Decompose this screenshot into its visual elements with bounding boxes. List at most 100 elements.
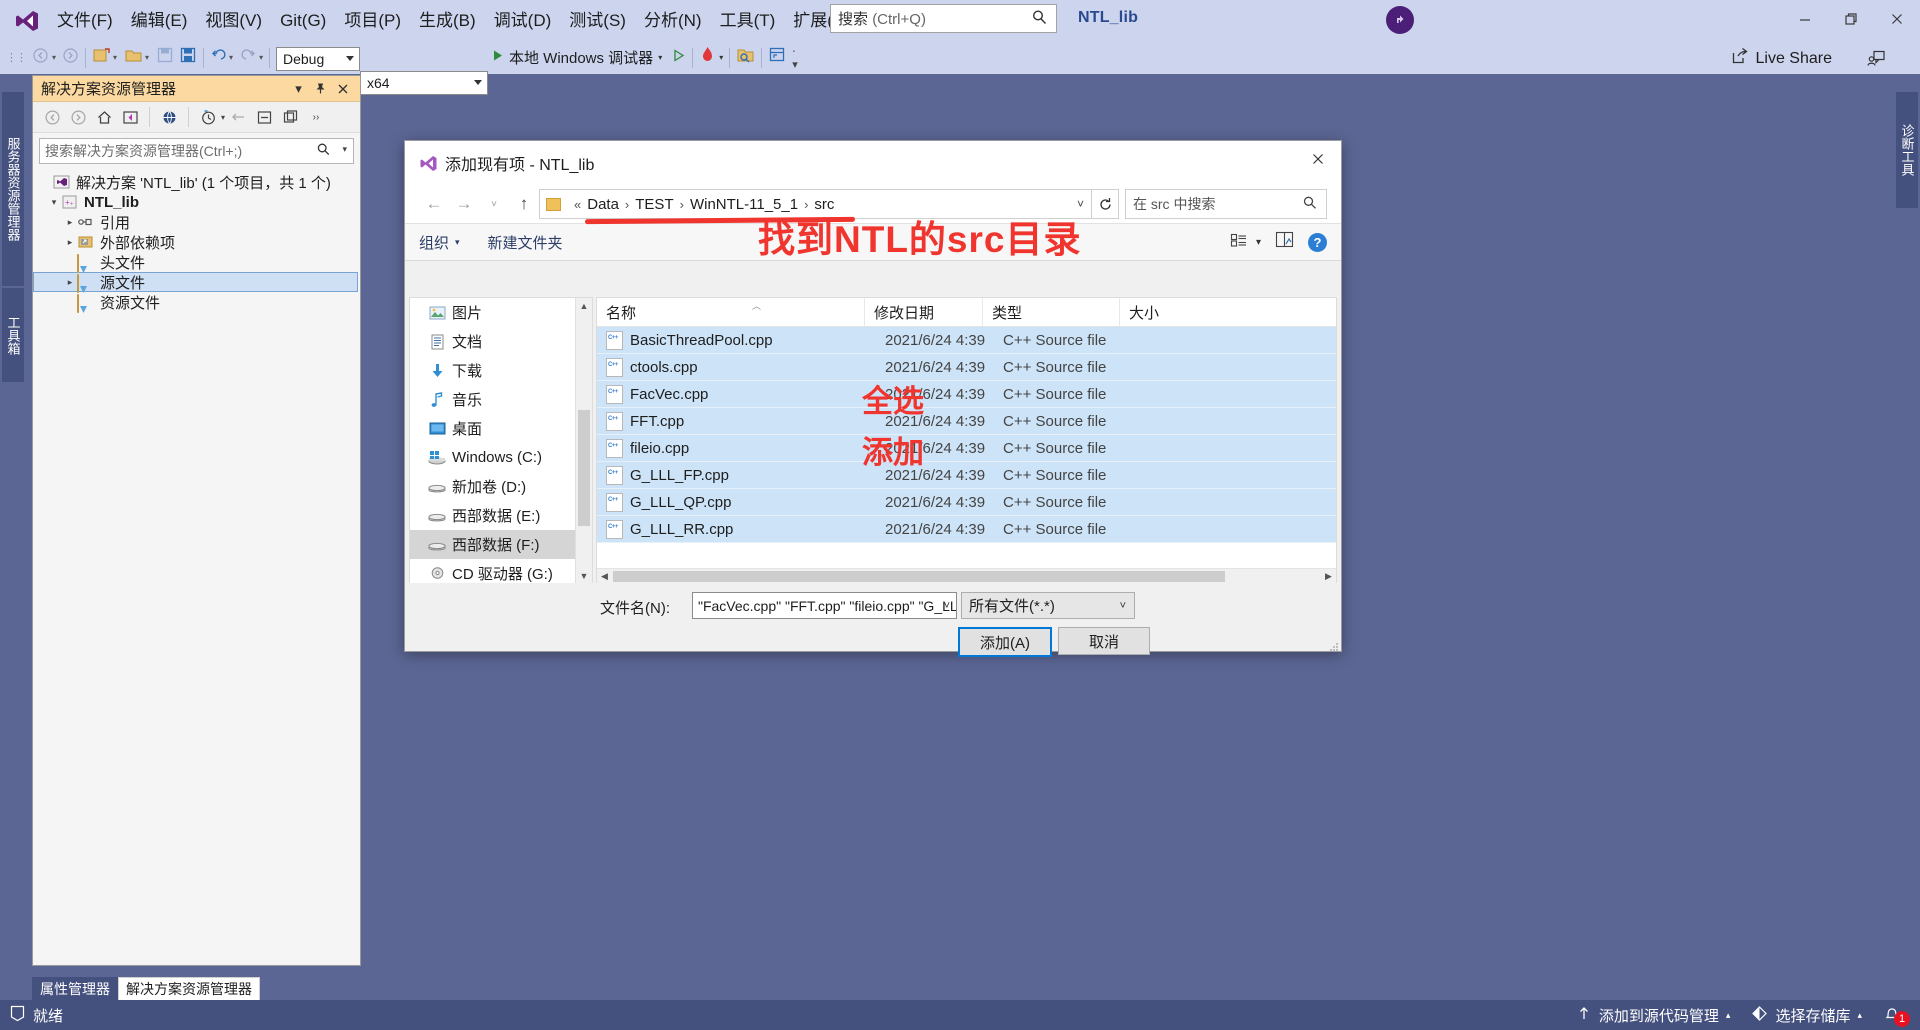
menu-project[interactable]: 项目(P) bbox=[335, 0, 410, 41]
file-list-pane[interactable]: 名称 ︿ 修改日期 类型 大小 BasicThreadPool.cpp 2021… bbox=[596, 297, 1337, 585]
menu-file[interactable]: 文件(F) bbox=[48, 0, 122, 41]
place-windows-c[interactable]: Windows (C:) bbox=[410, 443, 592, 472]
menu-build[interactable]: 生成(B) bbox=[410, 0, 485, 41]
solution-explorer-search-input[interactable]: 搜索解决方案资源管理器(Ctrl+;) ▾ bbox=[39, 138, 354, 164]
search-in-files-icon[interactable] bbox=[736, 46, 755, 70]
undo-icon[interactable] bbox=[210, 47, 227, 69]
open-file-dropdown-icon[interactable]: ▾ bbox=[145, 53, 149, 62]
resize-grip[interactable] bbox=[1329, 639, 1339, 651]
new-project-icon[interactable] bbox=[92, 46, 111, 70]
open-file-icon[interactable] bbox=[124, 46, 143, 70]
start-debug-icon[interactable] bbox=[490, 48, 505, 68]
tab-property-manager[interactable]: 属性管理器 bbox=[32, 977, 118, 1000]
redo-icon[interactable] bbox=[240, 47, 257, 69]
back-button[interactable]: ← bbox=[419, 190, 449, 218]
breadcrumb-segment-src[interactable]: src bbox=[814, 196, 834, 213]
restore-button[interactable] bbox=[1828, 0, 1874, 38]
collapse-all-icon[interactable] bbox=[251, 104, 277, 130]
redo-dropdown-icon[interactable]: ▾ bbox=[259, 53, 263, 62]
toolbar-overflow-icon[interactable]: ›› bbox=[303, 104, 329, 130]
file-row[interactable]: G_LLL_RR.cpp 2021/6/24 4:39 C++ Source f… bbox=[597, 516, 1336, 543]
place-drive-f[interactable]: 西部数据 (F:) bbox=[410, 530, 592, 559]
breadcrumb-segment-data[interactable]: Data bbox=[587, 196, 619, 213]
home-icon[interactable] bbox=[91, 104, 117, 130]
place-downloads[interactable]: 下载 bbox=[410, 356, 592, 385]
menu-test[interactable]: 测试(S) bbox=[560, 0, 635, 41]
place-pictures[interactable]: 图片 bbox=[410, 298, 592, 327]
organize-button[interactable]: 组织 ▾ bbox=[419, 232, 460, 253]
dialog-search-input[interactable]: 在 src 中搜索 bbox=[1125, 189, 1327, 219]
save-all-icon[interactable] bbox=[179, 46, 197, 69]
tree-node-project[interactable]: ▾ +₊ NTL_lib bbox=[33, 192, 360, 212]
file-type-filter-combo[interactable]: 所有文件(*.*) ˅ bbox=[961, 592, 1135, 619]
up-button[interactable]: ↑ bbox=[509, 190, 539, 218]
tree-node-solution[interactable]: 解决方案 'NTL_lib' (1 个项目，共 1 个) bbox=[33, 172, 360, 192]
menu-analyze[interactable]: 分析(N) bbox=[635, 0, 711, 41]
file-list-horizontal-scrollbar[interactable]: ◀ ▶ bbox=[597, 568, 1336, 584]
new-folder-button[interactable]: 新建文件夹 bbox=[488, 232, 563, 253]
scroll-right-icon[interactable]: ▶ bbox=[1321, 569, 1336, 584]
file-row[interactable]: FacVec.cpp 2021/6/24 4:39 C++ Source fil… bbox=[597, 381, 1336, 408]
column-header-name[interactable]: 名称 bbox=[597, 298, 865, 326]
file-row[interactable]: FFT.cpp 2021/6/24 4:39 C++ Source file bbox=[597, 408, 1336, 435]
expander-icon[interactable]: ▸ bbox=[63, 237, 77, 248]
solution-configuration-combo[interactable]: Debug bbox=[276, 47, 360, 71]
scroll-down-icon[interactable]: ▼ bbox=[576, 568, 592, 584]
tree-node-external-dependencies[interactable]: ▸ 外部依赖项 bbox=[33, 232, 360, 252]
dock-tab-toolbox[interactable]: 工具箱 bbox=[2, 288, 24, 382]
properties-icon[interactable] bbox=[277, 104, 303, 130]
live-share-button[interactable]: Live Share bbox=[1731, 47, 1832, 70]
navigate-back-dropdown-icon[interactable]: ▾ bbox=[52, 53, 56, 62]
quick-search-input[interactable]: 搜索 (Ctrl+Q) bbox=[830, 4, 1057, 33]
file-row[interactable]: ctools.cpp 2021/6/24 4:39 C++ Source fil… bbox=[597, 354, 1336, 381]
chevron-down-icon[interactable]: ˅ bbox=[944, 600, 950, 612]
new-project-dropdown-icon[interactable]: ▾ bbox=[113, 53, 117, 62]
chevron-down-icon[interactable]: ▾ bbox=[289, 79, 308, 98]
column-header-type[interactable]: 类型 bbox=[983, 298, 1120, 326]
undo-dropdown-icon[interactable]: ▾ bbox=[229, 53, 233, 62]
help-button[interactable]: ? bbox=[1308, 232, 1327, 252]
feedback-icon[interactable] bbox=[1867, 49, 1886, 73]
scrollbar-thumb[interactable] bbox=[613, 571, 1225, 582]
dialog-close-button[interactable] bbox=[1295, 141, 1341, 177]
forward-icon[interactable] bbox=[65, 104, 91, 130]
expander-icon[interactable]: ▸ bbox=[63, 217, 77, 228]
scroll-up-icon[interactable]: ▲ bbox=[576, 298, 592, 314]
recent-locations-icon[interactable]: ˅ bbox=[479, 190, 509, 218]
menu-edit[interactable]: 编辑(E) bbox=[122, 0, 197, 41]
chevron-down-icon[interactable]: ˅ bbox=[1077, 197, 1084, 211]
tree-node-header-files[interactable]: 头文件 bbox=[33, 252, 360, 273]
minimize-button[interactable] bbox=[1782, 0, 1828, 38]
expander-icon[interactable]: ▾ bbox=[47, 197, 61, 208]
breadcrumb-segment-test[interactable]: TEST bbox=[635, 196, 673, 213]
hot-reload-dropdown-icon[interactable]: ▾ bbox=[719, 53, 723, 62]
debug-target-dropdown-icon[interactable]: ▾ bbox=[658, 53, 662, 62]
dock-tab-server-explorer[interactable]: 服务器资源管理器 bbox=[2, 92, 24, 286]
scroll-left-icon[interactable]: ◀ bbox=[597, 569, 612, 584]
source-control-button[interactable]: 添加到源代码管理 ▴ bbox=[1577, 1005, 1730, 1026]
close-icon[interactable] bbox=[333, 79, 352, 98]
dock-tab-diagnostic-tools[interactable]: 诊断工具 bbox=[1896, 92, 1918, 208]
file-row[interactable]: fileio.cpp 2021/6/24 4:39 C++ Source fil… bbox=[597, 435, 1336, 462]
tool-window-tabs[interactable]: 属性管理器 解决方案资源管理器 bbox=[32, 976, 260, 1000]
menu-git[interactable]: Git(G) bbox=[271, 0, 335, 41]
expander-icon[interactable]: ▸ bbox=[63, 277, 77, 288]
navigate-forward-button[interactable] bbox=[62, 47, 79, 69]
place-drive-d[interactable]: 新加卷 (D:) bbox=[410, 472, 592, 501]
back-icon[interactable] bbox=[39, 104, 65, 130]
place-documents[interactable]: 文档 bbox=[410, 327, 592, 356]
window-controls[interactable] bbox=[1782, 0, 1920, 38]
notifications-button[interactable]: 1 bbox=[1884, 1003, 1910, 1027]
file-row[interactable]: BasicThreadPool.cpp 2021/6/24 4:39 C++ S… bbox=[597, 327, 1336, 354]
avatar[interactable] bbox=[1386, 6, 1414, 34]
places-scrollbar[interactable]: ▲ ▼ bbox=[575, 298, 592, 584]
menu-view[interactable]: 视图(V) bbox=[196, 0, 271, 41]
menu-tools[interactable]: 工具(T) bbox=[711, 0, 785, 41]
toolbar-overflow-icon[interactable]: ⋅ ▾ bbox=[792, 45, 798, 71]
column-header-date[interactable]: 修改日期 bbox=[865, 298, 983, 326]
place-desktop[interactable]: 桌面 bbox=[410, 414, 592, 443]
breadcrumb-segment-winntl[interactable]: WinNTL-11_5_1 bbox=[690, 196, 798, 213]
navigation-pane[interactable]: 图片 文档 下载 音乐 桌面 Windows (C:) 新加卷 (D:) 西部数… bbox=[409, 297, 593, 585]
column-header-size[interactable]: 大小 bbox=[1120, 298, 1185, 326]
tree-node-references[interactable]: ▸ 引用 bbox=[33, 212, 360, 232]
